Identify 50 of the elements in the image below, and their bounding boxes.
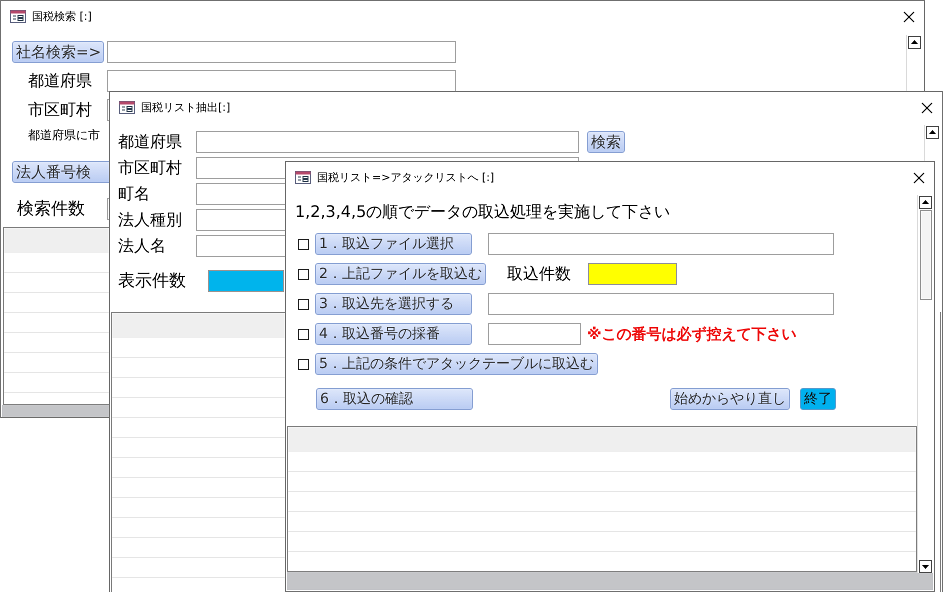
step-button[interactable]: 3．取込先を選択する xyxy=(315,293,472,315)
input-field[interactable] xyxy=(488,323,581,345)
corporate-number-search-button[interactable]: 法人番号検 xyxy=(12,161,112,183)
scroll-bar[interactable] xyxy=(917,195,933,573)
close-icon[interactable] xyxy=(903,10,915,22)
window-title: 国税検索 [:] xyxy=(32,9,92,24)
checkbox[interactable] xyxy=(298,298,309,310)
field-label: 法人名 xyxy=(118,236,167,256)
checkbox[interactable] xyxy=(298,358,309,370)
form-icon xyxy=(295,171,311,184)
field-label: 取込件数 xyxy=(506,264,571,284)
input-field[interactable] xyxy=(196,131,579,153)
search-button[interactable]: 検索 xyxy=(587,131,625,153)
field-label: 法人種別 xyxy=(118,210,183,230)
input-field[interactable] xyxy=(488,293,834,315)
field-label: 町名 xyxy=(118,184,151,204)
window-title: 国税リスト抽出[:] xyxy=(141,100,230,115)
scroll-up-icon[interactable] xyxy=(926,126,939,139)
step-button[interactable]: 4．取込番号の採番 xyxy=(315,323,472,345)
note-text: 都道府県に市 xyxy=(28,127,100,144)
field-label: 市区町村 xyxy=(118,158,183,178)
checkbox[interactable] xyxy=(298,268,309,280)
restart-button[interactable]: 始めからやり直し xyxy=(670,388,790,410)
close-icon[interactable] xyxy=(913,172,925,184)
input-field[interactable] xyxy=(107,41,456,63)
field-label: 都道府県 xyxy=(118,132,183,152)
field-label: 検索件数 xyxy=(16,198,86,220)
field-label: 都道府県 xyxy=(27,70,93,92)
exit-button[interactable]: 終了 xyxy=(800,388,836,410)
checkbox[interactable] xyxy=(298,238,309,250)
scroll-up-icon[interactable] xyxy=(908,36,921,49)
step-button[interactable]: 2．上記ファイルを取込む xyxy=(315,263,486,285)
checkbox[interactable] xyxy=(298,328,309,340)
form-icon xyxy=(119,101,135,114)
step-button[interactable]: 1．取込ファイル選択 xyxy=(315,233,472,255)
window-title: 国税リスト=>アタックリストへ [:] xyxy=(317,170,494,185)
input-field[interactable] xyxy=(488,233,834,255)
warning-text: ※この番号は必ず控えて下さい xyxy=(587,324,797,344)
close-icon[interactable] xyxy=(921,102,933,114)
scroll-up-icon[interactable] xyxy=(919,196,932,209)
step-button[interactable]: 5．上記の条件でアタックテーブルに取込む xyxy=(315,353,598,375)
field-label: 市区町村 xyxy=(27,100,93,120)
instruction-text: 1,2,3,4,5の順でデータの取込処理を実施して下さい xyxy=(295,202,670,223)
company-search-button[interactable]: 社名検索=> xyxy=(12,41,104,63)
scroll-thumb[interactable] xyxy=(920,210,932,300)
input-field[interactable] xyxy=(107,70,456,92)
scroll-down-icon[interactable] xyxy=(919,560,932,573)
form-icon xyxy=(10,10,26,23)
confirm-button[interactable]: 6．取込の確認 xyxy=(316,388,473,410)
field-label: 表示件数 xyxy=(118,270,187,292)
